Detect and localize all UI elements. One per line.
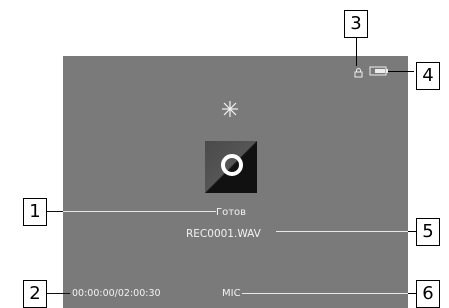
lock-icon [354, 68, 363, 78]
leader-line-4 [388, 71, 414, 72]
record-ring-icon [205, 141, 257, 193]
callout-4: 4 [416, 62, 440, 90]
leader-line-5 [276, 231, 408, 232]
callout-5: 5 [416, 218, 440, 246]
status-text: Готов [216, 207, 247, 218]
leader-line-6 [242, 293, 408, 294]
callout-3: 3 [344, 10, 368, 38]
callout-1: 1 [23, 198, 47, 226]
leader-line-2 [46, 293, 70, 294]
leader-line-1-screen [63, 211, 216, 212]
callout-6: 6 [416, 280, 440, 308]
time-counter: 00:00:00/02:00:30 [72, 288, 161, 299]
filename-text: REC0001.WAV [186, 228, 261, 240]
sparkle-icon [222, 101, 238, 117]
leader-line-3 [356, 38, 357, 66]
input-source-text: MIC [222, 288, 241, 299]
battery-icon [369, 66, 388, 76]
callout-2: 2 [23, 280, 47, 308]
